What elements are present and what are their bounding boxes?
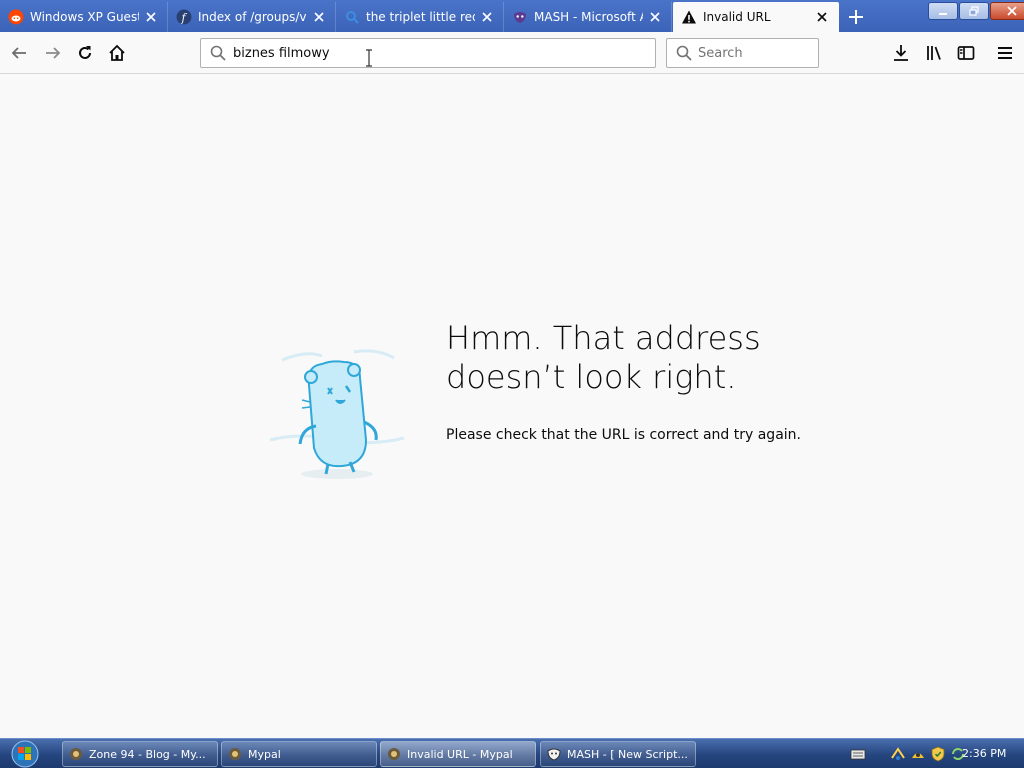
url-bar[interactable]: [200, 38, 656, 68]
close-icon[interactable]: [479, 9, 495, 25]
minimize-button[interactable]: [928, 2, 958, 20]
windows-logo-icon: [11, 740, 39, 768]
tab-triplet-search[interactable]: the triplet little red r: [336, 2, 504, 32]
back-button[interactable]: [6, 40, 32, 66]
new-tab-button[interactable]: [845, 6, 867, 28]
tab-mash[interactable]: MASH - Microsoft Ag: [504, 2, 672, 32]
network-icon[interactable]: [890, 746, 906, 762]
close-icon[interactable]: [814, 9, 830, 25]
error-page: Hmm. That address doesn’t look right. Pl…: [0, 75, 1024, 738]
taskbar-item-label: Invalid URL - Mypal: [407, 747, 513, 761]
system-tray: [850, 743, 966, 765]
plus-icon: [849, 10, 863, 24]
forward-button[interactable]: [40, 40, 66, 66]
tab-title: Windows XP Guest T: [30, 10, 139, 24]
agent-icon[interactable]: [910, 746, 926, 762]
close-icon[interactable]: [311, 9, 327, 25]
sidebar-button[interactable]: [953, 40, 979, 66]
taskbar-item[interactable]: MASH - [ New Script...: [540, 741, 696, 767]
taskbar-item[interactable]: Mypal: [221, 741, 377, 767]
tab-title: Index of /groups/virt: [198, 10, 307, 24]
reddit-icon: [8, 9, 24, 25]
error-title: Hmm. That address doesn’t look right.: [446, 319, 761, 396]
text-cursor-icon: [366, 49, 372, 67]
tab-title: MASH - Microsoft Ag: [534, 10, 643, 24]
close-icon[interactable]: [143, 9, 159, 25]
minimize-icon: [939, 13, 947, 15]
close-icon[interactable]: [647, 9, 663, 25]
taskbar-item-label: MASH - [ New Script...: [567, 747, 688, 761]
library-icon: [927, 46, 941, 60]
security-shield-icon[interactable]: [930, 746, 946, 762]
reload-icon: [79, 46, 91, 59]
home-button[interactable]: [104, 40, 130, 66]
search-input[interactable]: [698, 45, 808, 61]
back-arrow-icon: [11, 47, 26, 59]
taskbar: Zone 94 - Blog - My... Mypal Invalid URL…: [0, 738, 1024, 768]
home-icon: [109, 44, 125, 61]
search-bar[interactable]: [666, 38, 819, 68]
tab-index-groups[interactable]: f Index of /groups/virt: [168, 2, 336, 32]
taskbar-item-label: Zone 94 - Blog - My...: [89, 747, 206, 761]
download-icon: [894, 45, 908, 61]
taskbar-item[interactable]: Zone 94 - Blog - My...: [62, 741, 218, 767]
close-window-button[interactable]: [990, 2, 1024, 20]
tab-title: the triplet little red r: [366, 10, 475, 24]
mash-icon: [547, 748, 561, 761]
tab-strip: Windows XP Guest T f Index of /groups/vi…: [0, 0, 1024, 32]
search-icon: [210, 45, 226, 61]
sidebar-icon: [957, 46, 975, 60]
mypal-icon: [70, 748, 82, 760]
restore-icon: [969, 6, 979, 16]
start-button[interactable]: [6, 740, 44, 768]
restore-button[interactable]: [959, 2, 989, 20]
taskbar-item-label: Mypal: [248, 747, 281, 761]
search-icon: [676, 45, 692, 61]
menu-button[interactable]: [992, 40, 1018, 66]
navigation-toolbar: [0, 32, 1024, 74]
reload-button[interactable]: [72, 40, 98, 66]
url-input[interactable]: [233, 45, 633, 61]
taskbar-clock[interactable]: 2:36 PM: [962, 747, 1006, 760]
keyboard-icon[interactable]: [850, 746, 866, 762]
downloads-button[interactable]: [888, 40, 914, 66]
tab-windows-xp[interactable]: Windows XP Guest T: [0, 2, 168, 32]
mash-mask-icon: [512, 9, 528, 25]
hamburger-menu-icon: [998, 47, 1012, 59]
error-description: Please check that the URL is correct and…: [446, 427, 801, 443]
taskbar-item[interactable]: Invalid URL - Mypal: [380, 741, 536, 767]
tab-title: Invalid URL: [703, 10, 771, 24]
warning-icon: [681, 9, 697, 25]
fedora-icon: f: [176, 9, 192, 25]
tab-invalid-url[interactable]: Invalid URL: [673, 2, 839, 32]
close-icon: [1007, 6, 1017, 16]
window-controls: [928, 2, 1024, 20]
search-icon: [344, 9, 360, 25]
forward-arrow-icon: [46, 47, 61, 59]
mypal-icon: [229, 748, 241, 760]
mypal-icon: [388, 748, 400, 760]
hamster-illustration: [269, 349, 405, 479]
library-button[interactable]: [921, 40, 947, 66]
